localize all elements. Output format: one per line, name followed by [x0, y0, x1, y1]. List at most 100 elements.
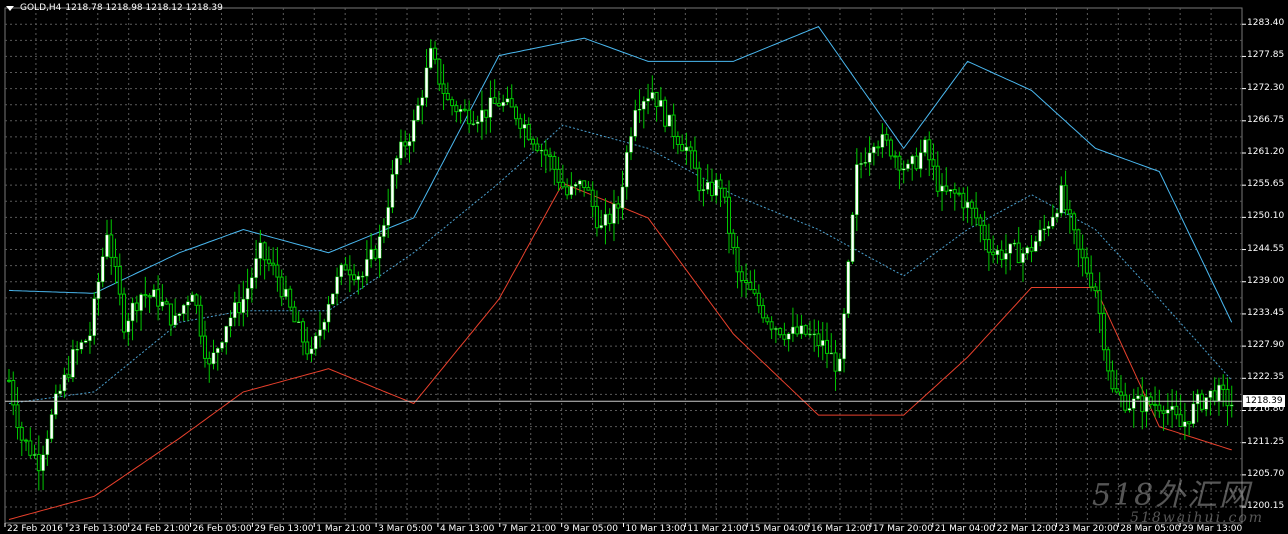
candle-body-bear	[1114, 388, 1119, 393]
candle-body-bull	[79, 342, 84, 350]
candle-body-bull	[1034, 241, 1038, 252]
time-tick-label: 9 Mar 05:00	[563, 524, 619, 534]
candle-body-bear	[935, 165, 940, 192]
candle-body-bear	[727, 196, 732, 234]
candle-body-bull	[416, 105, 420, 121]
candle-body-bull	[637, 108, 642, 111]
candle-body-bear	[66, 374, 71, 378]
candle-body-bear	[876, 146, 881, 149]
candle-body-bull	[75, 348, 79, 351]
candle-body-bull	[714, 179, 718, 196]
candle-body-bear	[952, 189, 957, 194]
candle-body-bull	[1042, 228, 1047, 231]
candle-body-bear	[969, 201, 974, 209]
candle-body-bull	[501, 101, 505, 107]
time-tick-label: 10 Mar 13:00	[625, 524, 686, 534]
candle-body-bull	[126, 320, 131, 333]
candle-body-bear	[202, 335, 207, 359]
candle-body-bull	[360, 275, 365, 278]
candle-body-bear	[552, 155, 557, 170]
price-tick-label: 1250.10	[1247, 211, 1285, 222]
candle-body-bear	[957, 192, 962, 195]
candle-body-bear	[999, 249, 1004, 260]
candle-body-bull	[331, 293, 335, 305]
candle-body-bull	[105, 234, 109, 257]
candle-body-bear	[731, 232, 736, 248]
candle-body-bull	[1191, 403, 1196, 425]
candle-body-bull	[642, 101, 646, 110]
candle-body-bear	[15, 404, 20, 429]
candle-body-bull	[386, 207, 390, 226]
candle-body-bear	[756, 292, 761, 307]
candle-body-bull	[152, 289, 156, 298]
candle-body-bear	[1118, 391, 1123, 396]
candle-body-bear	[616, 203, 621, 209]
candle-body-bull	[211, 352, 216, 365]
candle-body-bear	[1110, 370, 1115, 390]
candle-body-bull	[1217, 384, 1221, 402]
candle-body-bull	[522, 124, 527, 129]
candle-body-bull	[1038, 229, 1042, 242]
candle-body-bull	[41, 454, 45, 471]
candle-body-bull	[139, 294, 143, 311]
candle-body-bear	[113, 256, 118, 267]
price-tick-label: 1233.45	[1247, 307, 1285, 318]
candle-body-bear	[28, 440, 33, 456]
candle-body-bull	[130, 302, 135, 322]
candle-body-bull	[599, 225, 603, 229]
candle-body-bull	[578, 180, 582, 185]
candle-body-bull	[318, 329, 322, 337]
time-tick-label: 17 Mar 20:00	[872, 524, 933, 534]
candle-body-bull	[1144, 396, 1149, 412]
candle-body-bull	[684, 146, 689, 152]
candle-body-bull	[309, 348, 314, 355]
price-chart[interactable]	[0, 0, 1288, 534]
candle-body-bull	[177, 313, 182, 316]
candle-body-bull	[220, 342, 224, 349]
candle-body-bear	[271, 262, 276, 266]
candle-body-bull	[92, 298, 96, 336]
candle-body-bull	[382, 225, 386, 237]
candle-body-bear	[543, 149, 548, 156]
candle-body-bear	[194, 294, 199, 306]
candle-body-bull	[1046, 225, 1051, 229]
candle-body-bull	[420, 97, 425, 106]
candle-body-bear	[433, 47, 438, 60]
candle-body-bull	[411, 119, 416, 142]
price-tick-label: 1227.90	[1247, 340, 1285, 351]
candle-body-bull	[625, 152, 629, 188]
candle-body-bull	[390, 174, 395, 208]
candle-body-bull	[995, 250, 1000, 255]
candle-body-bear	[825, 339, 829, 354]
candle-body-bear	[437, 58, 442, 85]
candle-body-bull	[190, 294, 194, 302]
candle-body-bull	[314, 335, 318, 350]
candle-body-bear	[288, 288, 293, 308]
candle-body-bull	[812, 333, 816, 336]
price-tick-label: 1239.00	[1247, 275, 1285, 286]
candle-body-bear	[518, 118, 523, 129]
candle-body-bear	[761, 305, 766, 319]
candle-body-bull	[228, 317, 233, 327]
candle-body-bear	[36, 453, 41, 472]
candle-body-bull	[808, 333, 812, 336]
candle-body-bull	[863, 162, 868, 164]
symbol-label: GOLD,H4	[20, 3, 62, 13]
candle-body-bull	[629, 136, 633, 153]
dropdown-triangle-icon[interactable]	[6, 5, 14, 11]
candle-body-bear	[1101, 312, 1106, 351]
candle-body-bear	[692, 150, 697, 169]
chart-window[interactable]: GOLD,H4 1218.78 1218.98 1218.12 1218.39 …	[0, 0, 1288, 534]
candle-body-bear	[7, 379, 11, 382]
candle-body-bull	[488, 97, 493, 118]
candle-body-bear	[748, 281, 753, 291]
candle-body-bull	[54, 393, 58, 415]
time-tick-label: 7 Mar 21:00	[501, 524, 557, 534]
candle-body-bear	[1089, 272, 1094, 288]
candle-body-bull	[872, 146, 876, 154]
candle-body-bear	[582, 180, 587, 189]
candle-body-bear	[279, 276, 284, 298]
candle-body-bear	[352, 274, 357, 281]
price-tick-label: 1255.65	[1247, 179, 1285, 190]
candle-body-bear	[164, 301, 169, 305]
